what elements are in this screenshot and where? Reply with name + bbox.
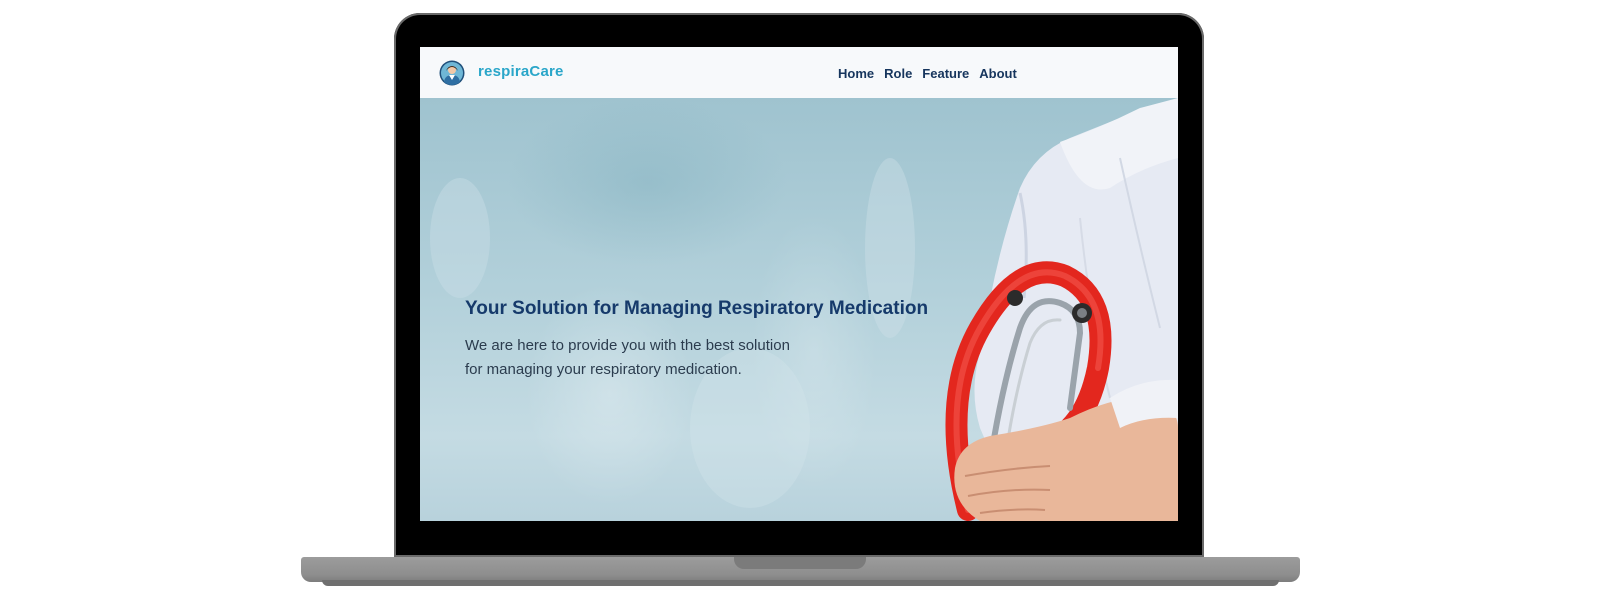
hero-title: Your Solution for Managing Respiratory M… [465, 298, 929, 319]
navbar: respiraCare Home Role Feature About [420, 47, 1178, 99]
doctor-avatar-icon[interactable] [439, 60, 465, 86]
nav-link-role[interactable]: Role [884, 66, 912, 81]
browser-viewport: respiraCare Home Role Feature About Your… [420, 47, 1178, 521]
nav-link-feature[interactable]: Feature [922, 66, 969, 81]
hero-description: We are here to provide you with the best… [465, 337, 790, 378]
laptop-base-shadow [322, 580, 1279, 586]
brand-name[interactable]: respiraCare [478, 63, 564, 80]
hero-section: Your Solution for Managing Respiratory M… [420, 98, 1178, 521]
nav-link-about[interactable]: About [979, 66, 1017, 81]
laptop-hinge-notch [734, 557, 866, 569]
nav-link-home[interactable]: Home [838, 66, 874, 81]
main-nav: Home Role Feature About [838, 66, 1017, 81]
